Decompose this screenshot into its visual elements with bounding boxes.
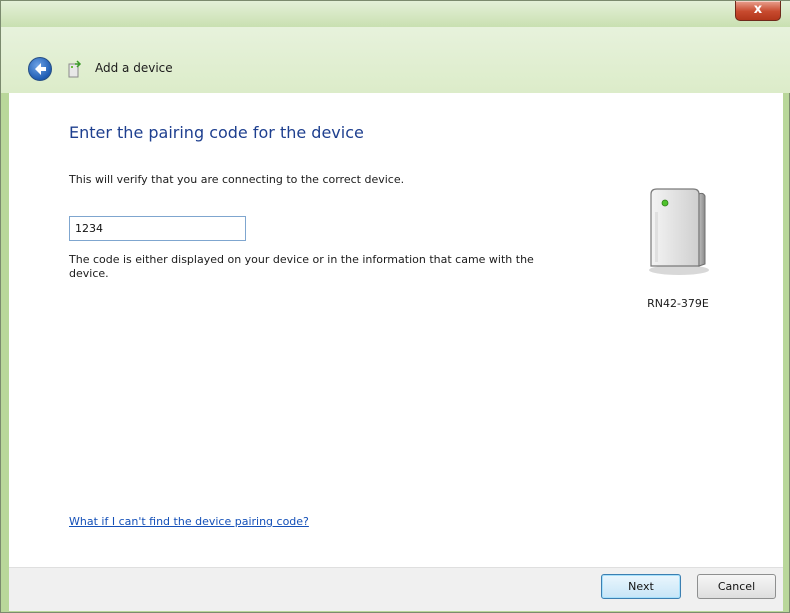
button-bar: Next Cancel	[9, 567, 783, 611]
bluetooth-device-icon	[649, 188, 709, 275]
back-arrow-icon	[35, 63, 46, 75]
close-icon: x	[753, 2, 763, 17]
cancel-button[interactable]: Cancel	[697, 574, 776, 599]
window-title: Add a device	[95, 61, 173, 75]
pairing-code-help-link[interactable]: What if I can't find the device pairing …	[69, 515, 309, 528]
verify-description: This will verify that you are connecting…	[69, 173, 405, 186]
add-device-window: x Add a device Enter the pairing code fo…	[0, 0, 790, 613]
back-button[interactable]	[28, 57, 52, 81]
close-button[interactable]: x	[735, 1, 781, 21]
navigation-bar	[1, 27, 790, 93]
content-panel: Enter the pairing code for the device Th…	[9, 93, 783, 567]
next-button[interactable]: Next	[601, 574, 681, 599]
page-heading: Enter the pairing code for the device	[69, 123, 364, 142]
pairing-code-input[interactable]	[69, 216, 246, 241]
title-bar: x	[1, 1, 790, 27]
code-hint-text: The code is either displayed on your dev…	[69, 253, 534, 280]
add-device-icon	[68, 60, 82, 78]
device-name-label: RN42-379E	[647, 297, 709, 310]
